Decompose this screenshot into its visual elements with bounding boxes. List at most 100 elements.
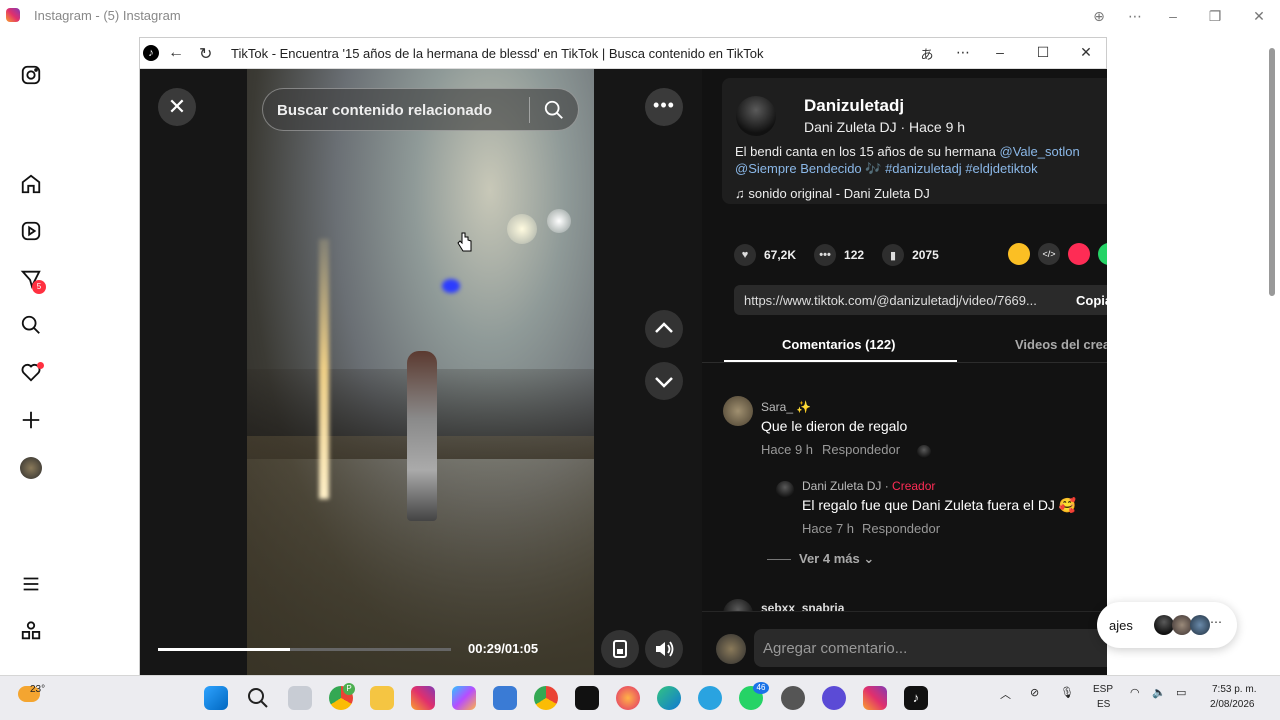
- volume-icon: [656, 641, 674, 657]
- more-options-icon[interactable]: ⋯: [1125, 6, 1145, 26]
- tab-comments[interactable]: Comentarios (122): [782, 337, 895, 352]
- firefox-icon[interactable]: [616, 686, 640, 710]
- mention-link[interactable]: @Vale_sotlon: [1000, 144, 1080, 159]
- author-avatar[interactable]: [736, 96, 776, 136]
- scrollbar-thumb[interactable]: [1269, 48, 1275, 296]
- author-name[interactable]: Danizuletadj: [804, 96, 904, 116]
- telegram-icon[interactable]: [698, 686, 722, 710]
- replies-line: [767, 559, 791, 561]
- network-off-icon[interactable]: ⊘: [1030, 686, 1039, 699]
- file-explorer-icon[interactable]: [370, 686, 394, 710]
- zoom-icon[interactable]: ⊕: [1089, 6, 1109, 26]
- video-player[interactable]: [247, 69, 594, 676]
- activity-dot: [37, 362, 44, 369]
- comment-time: Hace 9 h: [761, 442, 814, 457]
- more-icon[interactable]: ⋯: [953, 44, 973, 61]
- home-icon[interactable]: [20, 173, 42, 195]
- close-video-button[interactable]: ✕: [158, 88, 196, 126]
- store-icon[interactable]: [493, 686, 517, 710]
- maximize-button[interactable]: ☐: [1033, 44, 1053, 61]
- tab-underline: [724, 360, 957, 362]
- save-button[interactable]: ▮ 2075: [882, 244, 939, 266]
- copilot-icon[interactable]: [452, 686, 476, 710]
- profile-avatar[interactable]: [20, 457, 42, 479]
- edge-icon[interactable]: [657, 686, 681, 710]
- reload-icon[interactable]: ↻: [199, 44, 212, 64]
- embed-icon[interactable]: </>: [1038, 243, 1060, 265]
- reply-respond-button[interactable]: Respondedor: [862, 521, 940, 536]
- my-avatar: [716, 634, 746, 664]
- apps-icon[interactable]: [20, 620, 42, 642]
- like-button[interactable]: ♥ 67,2K: [734, 244, 796, 266]
- whatsapp-share-icon[interactable]: [1098, 243, 1107, 265]
- page-scrollbar[interactable]: [1268, 40, 1276, 668]
- comment-user[interactable]: Sara_ ✨: [761, 400, 811, 414]
- start-icon[interactable]: [204, 686, 228, 710]
- related-search-input[interactable]: [277, 99, 517, 121]
- share-repost-icon[interactable]: [1008, 243, 1030, 265]
- blue-light-image: [442, 279, 460, 293]
- previous-video-button[interactable]: [645, 310, 683, 348]
- chrome-icon[interactable]: [534, 686, 558, 710]
- next-video-button[interactable]: [645, 362, 683, 400]
- search-icon[interactable]: [20, 314, 42, 336]
- reply-avatar[interactable]: [776, 481, 794, 499]
- maximize-button[interactable]: ❐: [1205, 6, 1225, 26]
- comment-text: Que le dieron de regalo: [761, 418, 908, 434]
- wifi-icon[interactable]: ◠: [1130, 686, 1140, 699]
- clock-time[interactable]: 7:53 p. m.: [1212, 684, 1256, 695]
- tab-creator-videos[interactable]: Videos del crea: [1015, 337, 1107, 352]
- translate-icon[interactable]: あ: [917, 44, 937, 63]
- close-button[interactable]: ✕: [1076, 44, 1096, 61]
- hashtag-link[interactable]: #eldjdetiktok: [965, 161, 1037, 176]
- video-progress-bar[interactable]: [158, 648, 451, 651]
- sound-link[interactable]: ♫ sonido original - Dani Zuleta DJ: [735, 186, 930, 201]
- tiktok-logo-icon: ♪: [143, 45, 159, 61]
- chevron-up-icon: [655, 322, 673, 333]
- close-window-button[interactable]: ✕: [1249, 6, 1269, 26]
- reply-button[interactable]: Respondedor: [822, 442, 900, 457]
- add-comment-input[interactable]: [754, 629, 1107, 667]
- volume-icon[interactable]: 🔈: [1152, 686, 1166, 699]
- app-icon[interactable]: [781, 686, 805, 710]
- save-count: 2075: [912, 248, 939, 262]
- comment-button[interactable]: ••• 122: [814, 244, 864, 266]
- search-icon[interactable]: [246, 686, 270, 710]
- menu-icon[interactable]: [20, 573, 42, 595]
- affinity-icon[interactable]: [575, 686, 599, 710]
- language-indicator[interactable]: ESP: [1093, 684, 1113, 695]
- send-icon[interactable]: [1068, 243, 1090, 265]
- messages-pill[interactable]: ajes ⋯: [1097, 602, 1237, 648]
- search-icon[interactable]: [543, 99, 565, 121]
- commenter-avatar[interactable]: [723, 396, 753, 426]
- reply-user[interactable]: Dani Zuleta DJ · Creador: [802, 479, 935, 493]
- hashtag-link[interactable]: #danizuletadj: [885, 161, 962, 176]
- view-more-replies[interactable]: Ver 4 más ⌄: [767, 551, 874, 567]
- stage-light-image: [547, 209, 571, 233]
- reply-text: El regalo fue que Dani Zuleta fuera el D…: [802, 497, 1077, 513]
- volume-button[interactable]: [645, 630, 683, 668]
- instagram-icon[interactable]: [20, 64, 42, 86]
- minimize-button[interactable]: –: [1163, 6, 1183, 26]
- tiktok-app-icon[interactable]: ♪: [904, 686, 928, 710]
- tray-overflow-icon[interactable]: ︿: [1000, 686, 1011, 702]
- microphone-icon[interactable]: 🎙: [1060, 686, 1074, 699]
- back-arrow-icon[interactable]: ←: [168, 44, 184, 62]
- task-view-icon[interactable]: [288, 686, 312, 710]
- mention-link[interactable]: @Siempre Bendecido: [735, 161, 862, 176]
- like-count: 67,2K: [764, 248, 797, 262]
- app-icon[interactable]: [822, 686, 846, 710]
- instagram-app-icon[interactable]: [863, 686, 887, 710]
- create-icon[interactable]: [20, 409, 42, 431]
- creator-liked-avatar: [917, 445, 931, 459]
- pip-button[interactable]: [601, 630, 639, 668]
- reply-time: Hace 7 h: [802, 521, 855, 536]
- battery-icon[interactable]: ▭: [1176, 686, 1186, 699]
- description-text: El bendi canta en los 15 años de su herm…: [735, 144, 1000, 159]
- bookmark-icon: ▮: [882, 244, 905, 266]
- instagram-app-icon[interactable]: [411, 686, 435, 710]
- video-more-button[interactable]: •••: [645, 88, 683, 126]
- reels-icon[interactable]: [20, 220, 42, 242]
- minimize-button[interactable]: –: [990, 44, 1010, 60]
- copy-link-button[interactable]: Copia: [1076, 293, 1107, 308]
